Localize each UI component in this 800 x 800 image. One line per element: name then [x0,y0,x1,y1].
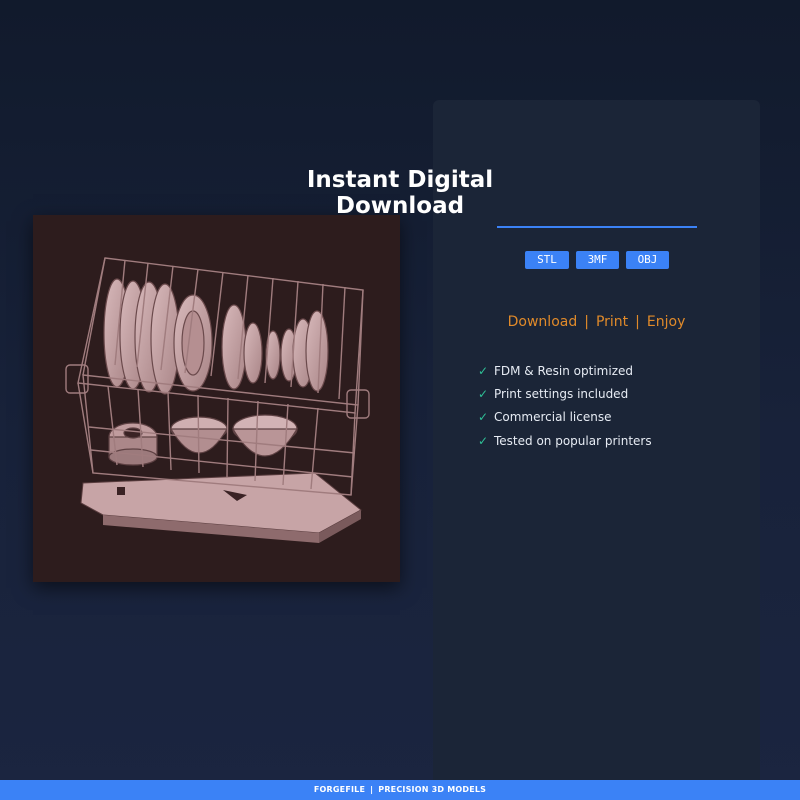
product-image [33,215,400,582]
feature-label: Print settings included [494,386,629,401]
feature-label: FDM & Resin optimized [494,363,633,378]
feature-list: ✓ FDM & Resin optimized ✓ Print settings… [478,359,652,452]
checkmark-icon: ✓ [478,386,489,401]
footer-separator: | [370,785,374,794]
title-underline [497,226,697,228]
format-badge-obj: OBJ [626,251,669,269]
format-badge-stl: STL [525,251,569,269]
checkmark-icon: ✓ [478,433,489,448]
feature-label: Commercial license [494,410,612,425]
title-line-2: Download [335,193,465,219]
footer-tagline: PRECISION 3D MODELS [378,785,487,794]
footer-bar: FORGEFILE | PRECISION 3D MODELS [0,780,800,800]
list-item: ✓ FDM & Resin optimized [478,359,652,382]
format-badge-3mf: 3MF [576,251,619,269]
footer-brand: FORGEFILE [313,785,366,794]
list-item: ✓ Print settings included [478,382,652,405]
workflow-tagline: Download | Print | Enjoy [433,313,760,331]
list-item: ✓ Tested on popular printers [478,429,652,452]
tagline-separator: | [584,314,589,330]
feature-label: Tested on popular printers [494,433,652,448]
format-badges: STL 3MF OBJ [525,251,669,269]
checkmark-icon: ✓ [478,410,489,425]
page-title: Instant Digital Download [0,167,800,219]
tagline-enjoy: Enjoy [646,314,686,330]
list-item: ✓ Commercial license [478,406,652,429]
tagline-separator: | [635,314,640,330]
checkmark-icon: ✓ [478,363,489,378]
tagline-print: Print [595,314,629,330]
tagline-download: Download [507,314,578,330]
dish-rack-model [65,257,370,543]
title-line-1: Instant Digital [306,167,494,193]
